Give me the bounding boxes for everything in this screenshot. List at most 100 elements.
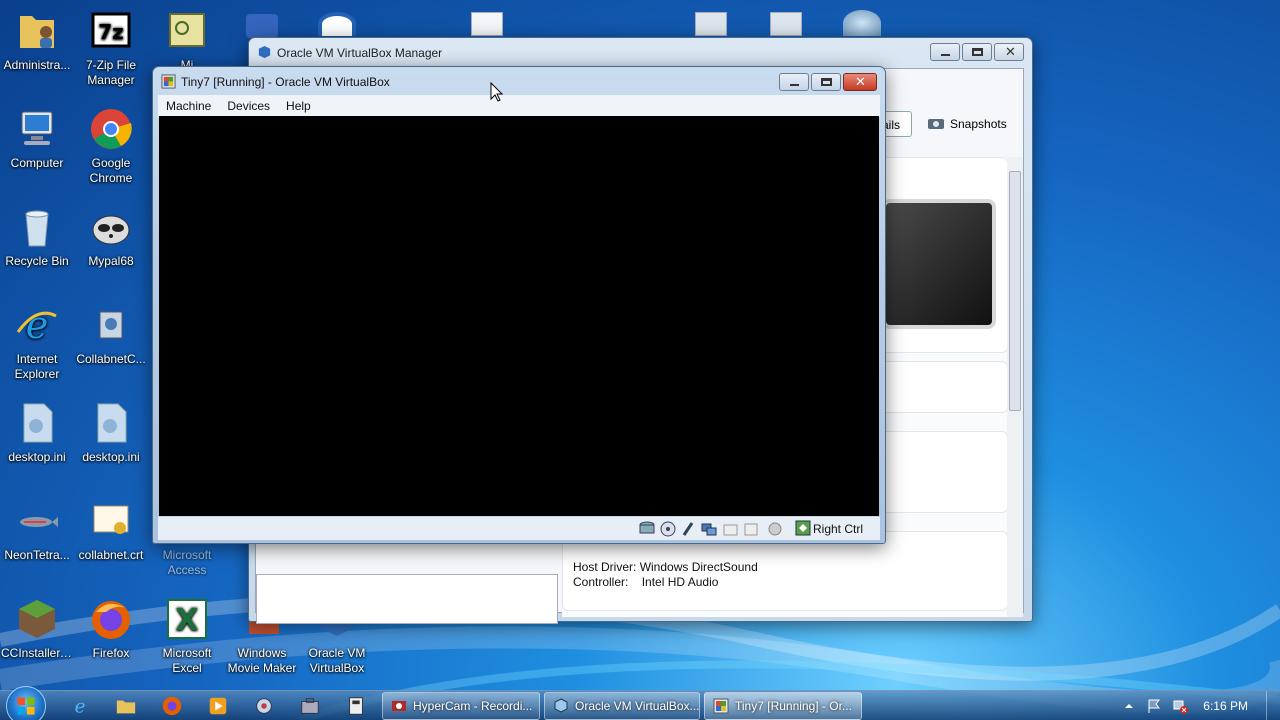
close-button[interactable]: ✕ xyxy=(843,73,877,91)
show-desktop-button[interactable] xyxy=(1266,691,1280,720)
taskbar-media-player[interactable] xyxy=(198,694,238,718)
vm-display[interactable] xyxy=(159,116,879,516)
mouse-cursor-icon xyxy=(490,82,504,102)
minimize-button[interactable] xyxy=(779,73,809,91)
desktop-icon-7zip[interactable]: 7z 7-Zip File Manager xyxy=(74,8,148,88)
excel-icon: X xyxy=(167,599,207,639)
controller-label: Controller: xyxy=(573,575,629,589)
desktop-icon-label: desktop.ini xyxy=(8,450,66,464)
desktop-icon-label: NeonTetra... xyxy=(4,548,70,562)
folder-icon xyxy=(116,700,136,714)
taskbar-firefox[interactable] xyxy=(152,694,192,718)
close-button[interactable]: ✕ xyxy=(994,43,1024,61)
virtualbox-icon xyxy=(554,698,568,713)
desktop-icon-administrator[interactable]: Administra... xyxy=(0,8,74,73)
svg-text:e: e xyxy=(75,696,86,717)
app-window-icon xyxy=(349,697,363,715)
desktop-icon-access[interactable]: Microsoft Access xyxy=(150,548,224,578)
desktop-icon-label: Mypal68 xyxy=(88,254,134,268)
desktop-icon-label: Microsoft Access xyxy=(162,548,212,577)
action-center-flag-icon[interactable] xyxy=(1146,698,1162,714)
controller-value: Intel HD Audio xyxy=(641,575,719,589)
desktop-icon-label: Recycle Bin xyxy=(5,254,69,268)
desktop-icon-chrome[interactable]: Google Chrome xyxy=(74,106,148,186)
desktop-icon-computer[interactable]: Computer xyxy=(0,106,74,171)
vm-list-panel[interactable] xyxy=(256,574,558,624)
vm-menubar: Machine Devices Help xyxy=(158,95,880,117)
vm-titlebar[interactable]: Tiny7 [Running] - Oracle VM VirtualBox xyxy=(153,67,885,95)
host-key-label[interactable]: Right Ctrl xyxy=(813,522,863,536)
taskbar-toolbox[interactable] xyxy=(290,694,330,718)
desktop-icon-label: Firefox xyxy=(92,646,130,660)
partial-file-icon[interactable] xyxy=(471,12,503,36)
desktop-icon-label: desktop.ini xyxy=(82,450,140,464)
desktop-icon-label: CCInstaller.... xyxy=(1,646,74,660)
menu-help[interactable]: Help xyxy=(286,99,311,113)
taskbar-task-tiny7[interactable]: Tiny7 [Running] - Or... xyxy=(704,692,862,720)
settings-file-icon xyxy=(23,403,53,443)
menu-devices[interactable]: Devices xyxy=(227,99,270,113)
7zip-icon: 7z xyxy=(91,12,131,48)
desktop-icon-desktop-ini[interactable]: desktop.ini xyxy=(0,400,74,465)
desktop-icon-microsoft-app[interactable]: Mi xyxy=(150,8,224,73)
show-hidden-icons-icon[interactable] xyxy=(1124,701,1134,711)
tab-snapshots[interactable]: Snapshots xyxy=(924,111,1007,137)
desktop-icon-label: collabnet.crt xyxy=(78,548,144,562)
task-label: Oracle VM VirtualBox... xyxy=(575,699,700,713)
vm-caption-buttons: ✕ xyxy=(779,73,877,91)
network-error-icon[interactable] xyxy=(1172,698,1188,714)
desktop-icon-mypal[interactable]: Mypal68 xyxy=(74,204,148,269)
taskbar-explorer[interactable] xyxy=(106,694,146,718)
toolbox-icon xyxy=(301,698,319,714)
taskbar-task-virtualbox-manager[interactable]: Oracle VM VirtualBox... xyxy=(544,692,700,720)
host-driver-label: Host Driver: xyxy=(573,560,637,574)
desktop-icon-collabnet[interactable]: CollabnetC... xyxy=(74,302,148,367)
maximize-button[interactable] xyxy=(962,43,992,61)
desktop-icon-label: Oracle VM VirtualBox xyxy=(308,646,366,675)
scrollbar[interactable] xyxy=(1007,157,1023,617)
window-title: Tiny7 [Running] - Oracle VM VirtualBox xyxy=(181,75,390,89)
camera-icon xyxy=(928,119,944,129)
task-label: Tiny7 [Running] - Or... xyxy=(735,699,852,713)
vm-window-icon xyxy=(713,698,729,714)
status-indicators xyxy=(639,521,782,537)
chrome-icon xyxy=(91,109,132,149)
partial-globe-icon[interactable] xyxy=(843,10,881,36)
desktop-icon-desktop-ini-2[interactable]: desktop.ini xyxy=(74,400,148,465)
media-player-icon xyxy=(209,697,227,715)
video-capture-icon xyxy=(744,523,758,536)
taskbar-clock[interactable]: 6:16 PM xyxy=(1203,699,1248,713)
taskbar-task-hypercam[interactable]: HyperCam - Recordi... xyxy=(382,692,540,720)
firefox-icon xyxy=(162,696,182,716)
partial-settings-file-icon[interactable] xyxy=(695,12,727,36)
manager-titlebar[interactable]: Oracle VM VirtualBox Manager xyxy=(249,38,1032,68)
desktop-icon-collabnet-crt[interactable]: collabnet.crt xyxy=(74,498,148,563)
partial-settings-file-icon[interactable] xyxy=(770,12,802,36)
minecraft-icon xyxy=(19,600,55,638)
host-driver-value: Windows DirectSound xyxy=(639,560,758,574)
desktop-icon-excel[interactable]: X Microsoft Excel xyxy=(150,596,224,676)
scrollbar-thumb[interactable] xyxy=(1009,171,1021,411)
desktop-icon-recycle-bin[interactable]: Recycle Bin xyxy=(0,204,74,269)
desktop-icon-firefox[interactable]: Firefox xyxy=(74,596,148,661)
audio-controller-row: Controller: Intel HD Audio xyxy=(573,575,718,589)
desktop-icon-neontetra[interactable]: NeonTetra... xyxy=(0,498,74,563)
maximize-button[interactable] xyxy=(811,73,841,91)
desktop-icon-ccinstaller[interactable]: CCInstaller.... xyxy=(0,596,74,661)
user-folder-icon xyxy=(20,16,54,48)
desktop-icon-internet-explorer[interactable]: e Internet Explorer xyxy=(0,302,74,382)
menu-machine[interactable]: Machine xyxy=(166,99,211,113)
partial-app-icon[interactable] xyxy=(246,14,278,38)
taskbar-ie[interactable]: e xyxy=(60,694,100,718)
taskbar-network-app[interactable] xyxy=(244,694,284,718)
desktop-icon-label: 7-Zip File Manager xyxy=(85,58,136,87)
vm-window[interactable]: Tiny7 [Running] - Oracle VM VirtualBox ✕… xyxy=(152,66,886,544)
desktop-icon-label: Administra... xyxy=(3,58,71,72)
start-button[interactable] xyxy=(6,686,46,720)
partial-app-icon[interactable] xyxy=(318,12,356,36)
audio-host-driver-row: Host Driver: Windows DirectSound xyxy=(573,560,758,574)
taskbar-app[interactable] xyxy=(336,694,376,718)
certificate-icon xyxy=(93,505,129,534)
desktop-icon-label: Computer xyxy=(10,156,64,170)
minimize-button[interactable] xyxy=(930,43,960,61)
